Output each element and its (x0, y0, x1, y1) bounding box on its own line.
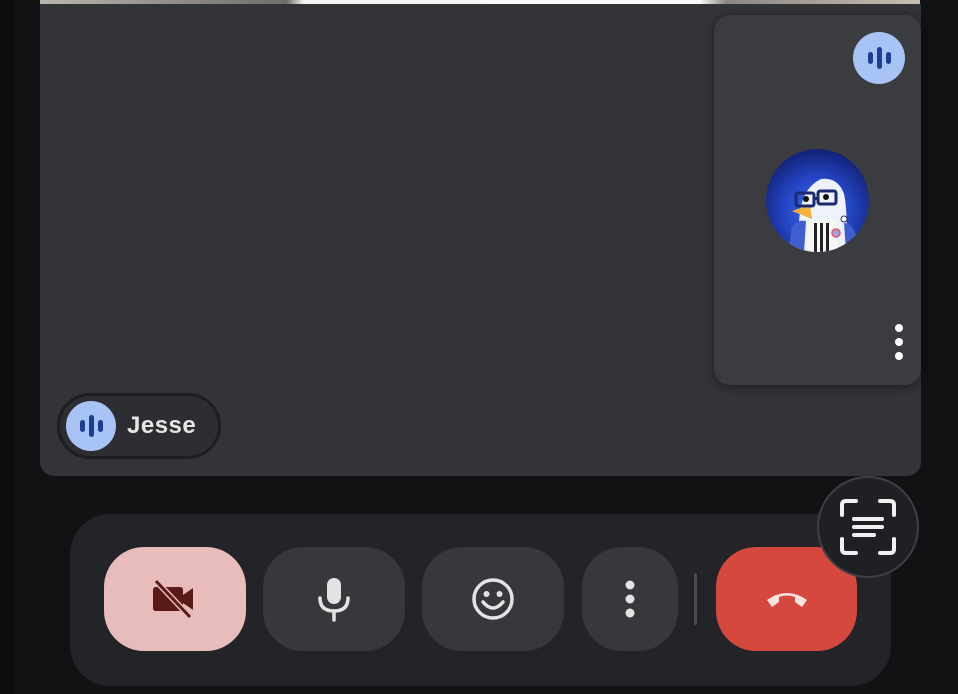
controls-divider (694, 573, 697, 625)
participant-name: Jesse (127, 412, 197, 439)
video-off-icon (153, 579, 193, 619)
screen-scan-icon (840, 499, 896, 555)
more-vertical-icon-dot (895, 352, 903, 360)
screen-capture-button[interactable] (817, 476, 919, 578)
audio-level-bars-icon (79, 415, 103, 437)
self-avatar (766, 149, 869, 252)
more-vertical-icon (625, 580, 635, 618)
hang-up-phone-icon (766, 593, 807, 607)
camera-toggle-button[interactable] (104, 547, 246, 651)
microphone-icon (318, 578, 350, 622)
self-tile-menu-button[interactable] (884, 320, 914, 364)
more-vertical-icon-dot (895, 324, 903, 332)
audio-level-bars-icon (867, 47, 891, 69)
participant-name-chip: Jesse (57, 393, 221, 459)
participant-speaking-indicator (66, 401, 116, 451)
penguin-avatar-icon (788, 178, 858, 252)
self-speaking-indicator (853, 32, 905, 84)
reactions-button[interactable] (422, 547, 564, 651)
more-vertical-icon-dot (895, 338, 903, 346)
device-bezel (0, 0, 14, 694)
more-options-button[interactable] (582, 547, 678, 651)
emoji-icon (472, 578, 514, 620)
microphone-button[interactable] (263, 547, 405, 651)
